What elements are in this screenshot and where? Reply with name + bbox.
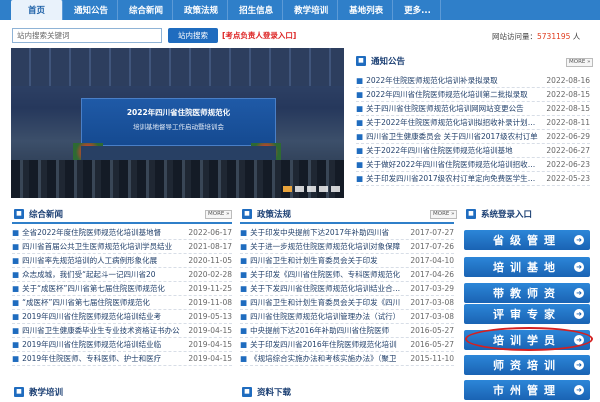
visit-counter: 网站访问量：5731195 人 [492,31,580,42]
news-title: ■ 综合新闻 [14,208,63,220]
slide-dot[interactable] [331,186,340,192]
banner-line2: 培训基地督导工作启动暨培训会 [133,123,224,131]
list-item[interactable]: ■ 中央提前下达2016年补助四川省住院医师 2016-05-27 [240,324,454,338]
main-nav: 首页 通知公告 综合新闻 政策法规 招生信息 教学培训 基地列表 更多... [0,0,600,20]
notices-title: ■ 通知公告 [356,55,405,67]
training-icon: ■ [14,387,24,397]
news-title-text: 综合新闻 [29,210,64,220]
arrow-right-icon: ➜ [574,235,584,245]
training-title-text: 教学培训 [29,388,64,398]
list-item[interactable]: ■ 2022年四川省住院医师规范化培训第二批拟录取 2022-08-15 [356,88,590,102]
teaching-staff-button[interactable]: 带教师资 ➜ [464,283,590,303]
login-title-text: 系统登录入口 [481,210,533,220]
notices-title-text: 通知公告 [371,57,406,67]
examiner-login-link[interactable]: [考点负责人登录入口] [222,30,296,41]
arrow-right-icon: ➜ [574,385,584,395]
login-title: ■ 系统登录入口 [466,208,532,220]
slide-dot[interactable] [283,186,292,192]
policy-icon: ■ [242,209,252,219]
faculty-training-button[interactable]: 师资培训 ➜ [464,355,590,375]
list-item[interactable]: ■ 四川省卫生健康委毕业生专业技术资格证书办公 2019-04-15 [12,324,232,338]
login-icon: ■ [466,209,476,219]
audience-rows [11,160,344,198]
arrow-right-icon: ➜ [574,309,584,319]
list-item[interactable]: ■ 四川省卫生健康委员会 关于四川省2017级农村订单 2022-06-29 [356,130,590,144]
list-item[interactable]: ■ 关于印发四川省2016年住院医师规范化培训 2016-05-27 [240,338,454,352]
training-title: ■ 教学培训 [14,386,63,398]
policy-title-text: 政策法规 [257,210,292,220]
news-divider [12,222,232,224]
list-item[interactable]: ■ 2019年四川省住院医师规范化培训结业临 2019-04-15 [12,338,232,352]
list-item[interactable]: ■ 四川省卫生和计划生育委员会关于印发 2017-04-10 [240,254,454,268]
list-item[interactable]: ■ 关于2022年住院医师规范化培训拟招收补录计划和补录 2022-08-11 [356,116,590,130]
list-item[interactable]: ■ 关于下发四川省住院医师规范化培训结业合格证 2017-03-29 [240,282,454,296]
notices-more-button[interactable]: MORE » [566,58,594,67]
policy-title: ■ 政策法规 [242,208,291,220]
conference-banner: 2022年四川省住院医师规范化 培训基地督导工作启动暨培训会 [81,98,276,146]
city-admin-button[interactable]: 市州管理 ➜ [464,380,590,400]
training-base-button[interactable]: 培训基地 ➜ [464,257,590,277]
news-list: ■ 全省2022年度住院医师规范化培训基地督 2022-06-17 ■ 四川省首届公共… [12,226,232,366]
slide-indicator [283,186,340,192]
list-item[interactable]: ■ 2019年四川省住院医师规范化培训结业考 2019-05-13 [12,310,232,324]
nav-policy[interactable]: 政策法规 [175,0,229,20]
list-item[interactable]: ■ 关于“成医杯”四川省第七届住院医师规范化 2019-11-25 [12,282,232,296]
list-item[interactable]: ■ 关于印发《四川省住院医师、专科医师规范化 2017-04-26 [240,268,454,282]
visit-count: 5731195 [537,32,571,41]
provincial-admin-button[interactable]: 省级管理 ➜ [464,230,590,250]
list-item[interactable]: ■ 关于印发四川省2017级农村订单定向免费医学生参加 2022-05-23 [356,172,590,186]
list-item[interactable]: ■ 关于进一步规范住院医师规范化培训对象保障 2017-07-26 [240,240,454,254]
nav-notices[interactable]: 通知公告 [65,0,119,20]
list-item[interactable]: ■ 众志成城，我们受“起起斗一记四川省20 2020-02-28 [12,268,232,282]
notices-list: ■ 2022年住院医师规范化培训补录拟录取 2022-08-16 ■ 2022年四川省… [356,74,590,186]
list-item[interactable]: ■ “成医杯”四川省第七届住院医师规范化 2019-11-08 [12,296,232,310]
policy-list: ■ 关于印发中央提前下达2017年补助四川省 2017-07-27 ■ 关于进一步规范… [240,226,454,366]
banner-line1: 2022年四川省住院医师规范化 [126,108,231,117]
list-item[interactable]: ■ 关于印发中央提前下达2017年补助四川省 2017-07-27 [240,226,454,240]
nav-training[interactable]: 教学培训 [285,0,339,20]
slide-dot[interactable] [319,186,328,192]
news-more-button[interactable]: MORE » [205,210,233,219]
nav-more[interactable]: 更多... [395,0,441,20]
arrow-right-icon: ➜ [574,360,584,370]
list-item[interactable]: ■ 2022年住院医师规范化培训补录拟录取 2022-08-16 [356,74,590,88]
slide-dot[interactable] [295,186,304,192]
search-button[interactable]: 站内搜索 [168,28,218,43]
highlight-annotation [465,327,593,351]
download-icon: ■ [242,387,252,397]
list-item[interactable]: ■ 2019年住院医师、专科医师、护士和医疗 2019-04-15 [12,352,232,366]
list-item[interactable]: ■ 四川省首届公共卫生医师规范化培训学员结业 2021-08-17 [12,240,232,254]
stage-lights [11,48,344,86]
arrow-right-icon: ➜ [574,262,584,272]
list-item[interactable]: ■ 关于四川省住院医师规范化培训网网站变更公告 2022-08-15 [356,102,590,116]
search-input[interactable]: 站内搜索关键词 [12,28,162,43]
visit-unit: 人 [572,32,581,41]
policy-more-button[interactable]: MORE » [430,210,458,219]
visit-label: 网站访问量： [492,32,537,41]
list-item[interactable]: ■ 四川省率先规范培训的人工病例形象化展 2020-11-05 [12,254,232,268]
arrow-right-icon: ➜ [574,288,584,298]
review-expert-button[interactable]: 评审专家 ➜ [464,304,590,324]
notice-icon: ■ [356,56,366,66]
nav-enrollment[interactable]: 招生信息 [230,0,284,20]
list-item[interactable]: ■ 关于2022年四川省住院医师规范化培训基地 2022-06-27 [356,144,590,158]
downloads-title: ■ 资料下载 [242,386,291,398]
nav-home[interactable]: 首页 [11,0,64,20]
list-item[interactable]: ■ 关于做好2022年四川省住院医师规范化培训招收工作 2022-06-23 [356,158,590,172]
list-item[interactable]: ■ 《规培综合实施办法和考核实施办法》（聚卫 2015-11-10 [240,352,454,366]
downloads-title-text: 资料下载 [257,388,292,398]
nav-bases[interactable]: 基地列表 [340,0,394,20]
slide-dot[interactable] [307,186,316,192]
photo-slideshow[interactable]: 2022年四川省住院医师规范化 培训基地督导工作启动暨培训会 [11,48,344,198]
news-icon: ■ [14,209,24,219]
nav-news[interactable]: 综合新闻 [120,0,174,20]
policy-divider [240,222,454,224]
list-item[interactable]: ■ 四川省住院医师规范化培训管理办法（试行） 2017-03-08 [240,310,454,324]
list-item[interactable]: ■ 全省2022年度住院医师规范化培训基地督 2022-06-17 [12,226,232,240]
list-item[interactable]: ■ 四川省卫生和计划生育委员会关于印发《四川 2017-03-08 [240,296,454,310]
